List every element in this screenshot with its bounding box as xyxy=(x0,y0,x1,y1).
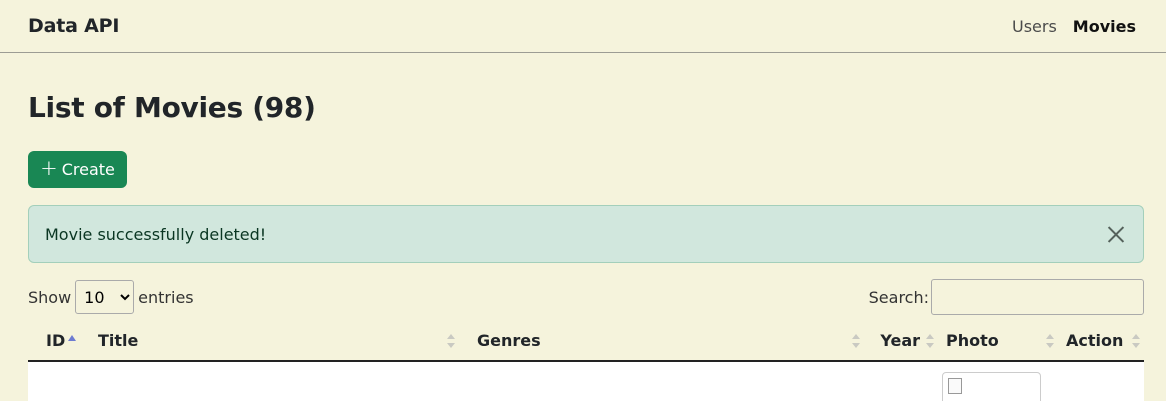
cell-year xyxy=(864,361,938,401)
brand[interactable]: Data API xyxy=(28,15,119,37)
column-header-label: Title xyxy=(98,331,139,350)
column-header-label: Genres xyxy=(477,331,541,350)
search-control: Search: xyxy=(869,279,1144,315)
page-length-select[interactable]: 10 xyxy=(75,280,135,314)
create-button-label: Create xyxy=(61,160,115,179)
column-header-label: ID xyxy=(46,331,66,350)
column-header-label: Photo xyxy=(946,331,999,350)
nav-link-movies[interactable]: Movies xyxy=(1073,17,1136,36)
sort-icon xyxy=(926,334,934,348)
nav-links: Users Movies xyxy=(1012,17,1136,36)
page-length-control: Show 10 entries xyxy=(28,280,194,314)
table-row xyxy=(28,361,1144,401)
page-title: List of Movies (98) xyxy=(28,91,316,124)
column-header-label: Year xyxy=(880,331,920,350)
column-header-photo[interactable]: Photo xyxy=(938,321,1058,362)
sort-icon xyxy=(1132,334,1140,348)
column-header-id[interactable]: ID xyxy=(28,321,98,362)
column-header-label: Action xyxy=(1066,331,1124,350)
column-header-year[interactable]: Year xyxy=(864,321,938,362)
column-header-genres[interactable]: Genres xyxy=(459,321,864,362)
cell-title xyxy=(98,361,459,401)
plus-icon: + xyxy=(40,156,58,180)
show-label: Show xyxy=(28,287,72,307)
sort-icon xyxy=(447,334,455,348)
cell-id xyxy=(28,361,98,401)
sort-ascending-icon xyxy=(68,335,77,341)
table-header-row: ID Title Genres Year Photo Action xyxy=(28,321,1144,362)
success-alert: Movie successfully deleted! xyxy=(28,205,1144,263)
sort-icon xyxy=(1046,334,1054,348)
cell-photo xyxy=(938,361,1058,401)
movies-table: ID Title Genres Year Photo Action xyxy=(28,321,1144,401)
entries-label: entries xyxy=(138,287,194,307)
search-input[interactable] xyxy=(931,279,1144,315)
column-header-title[interactable]: Title xyxy=(98,321,459,362)
table-controls: Show 10 entries Search: xyxy=(28,279,1144,315)
alert-message: Movie successfully deleted! xyxy=(45,224,267,244)
close-icon[interactable] xyxy=(1105,223,1127,245)
broken-image-icon xyxy=(942,372,1041,401)
column-header-action[interactable]: Action xyxy=(1058,321,1144,362)
create-button[interactable]: + Create xyxy=(28,151,127,188)
sort-icon xyxy=(852,334,860,348)
cell-genres xyxy=(459,361,864,401)
cell-action xyxy=(1058,361,1144,401)
nav-link-users[interactable]: Users xyxy=(1012,17,1057,36)
search-label: Search: xyxy=(868,287,929,307)
navbar: Data API Users Movies xyxy=(0,0,1166,53)
